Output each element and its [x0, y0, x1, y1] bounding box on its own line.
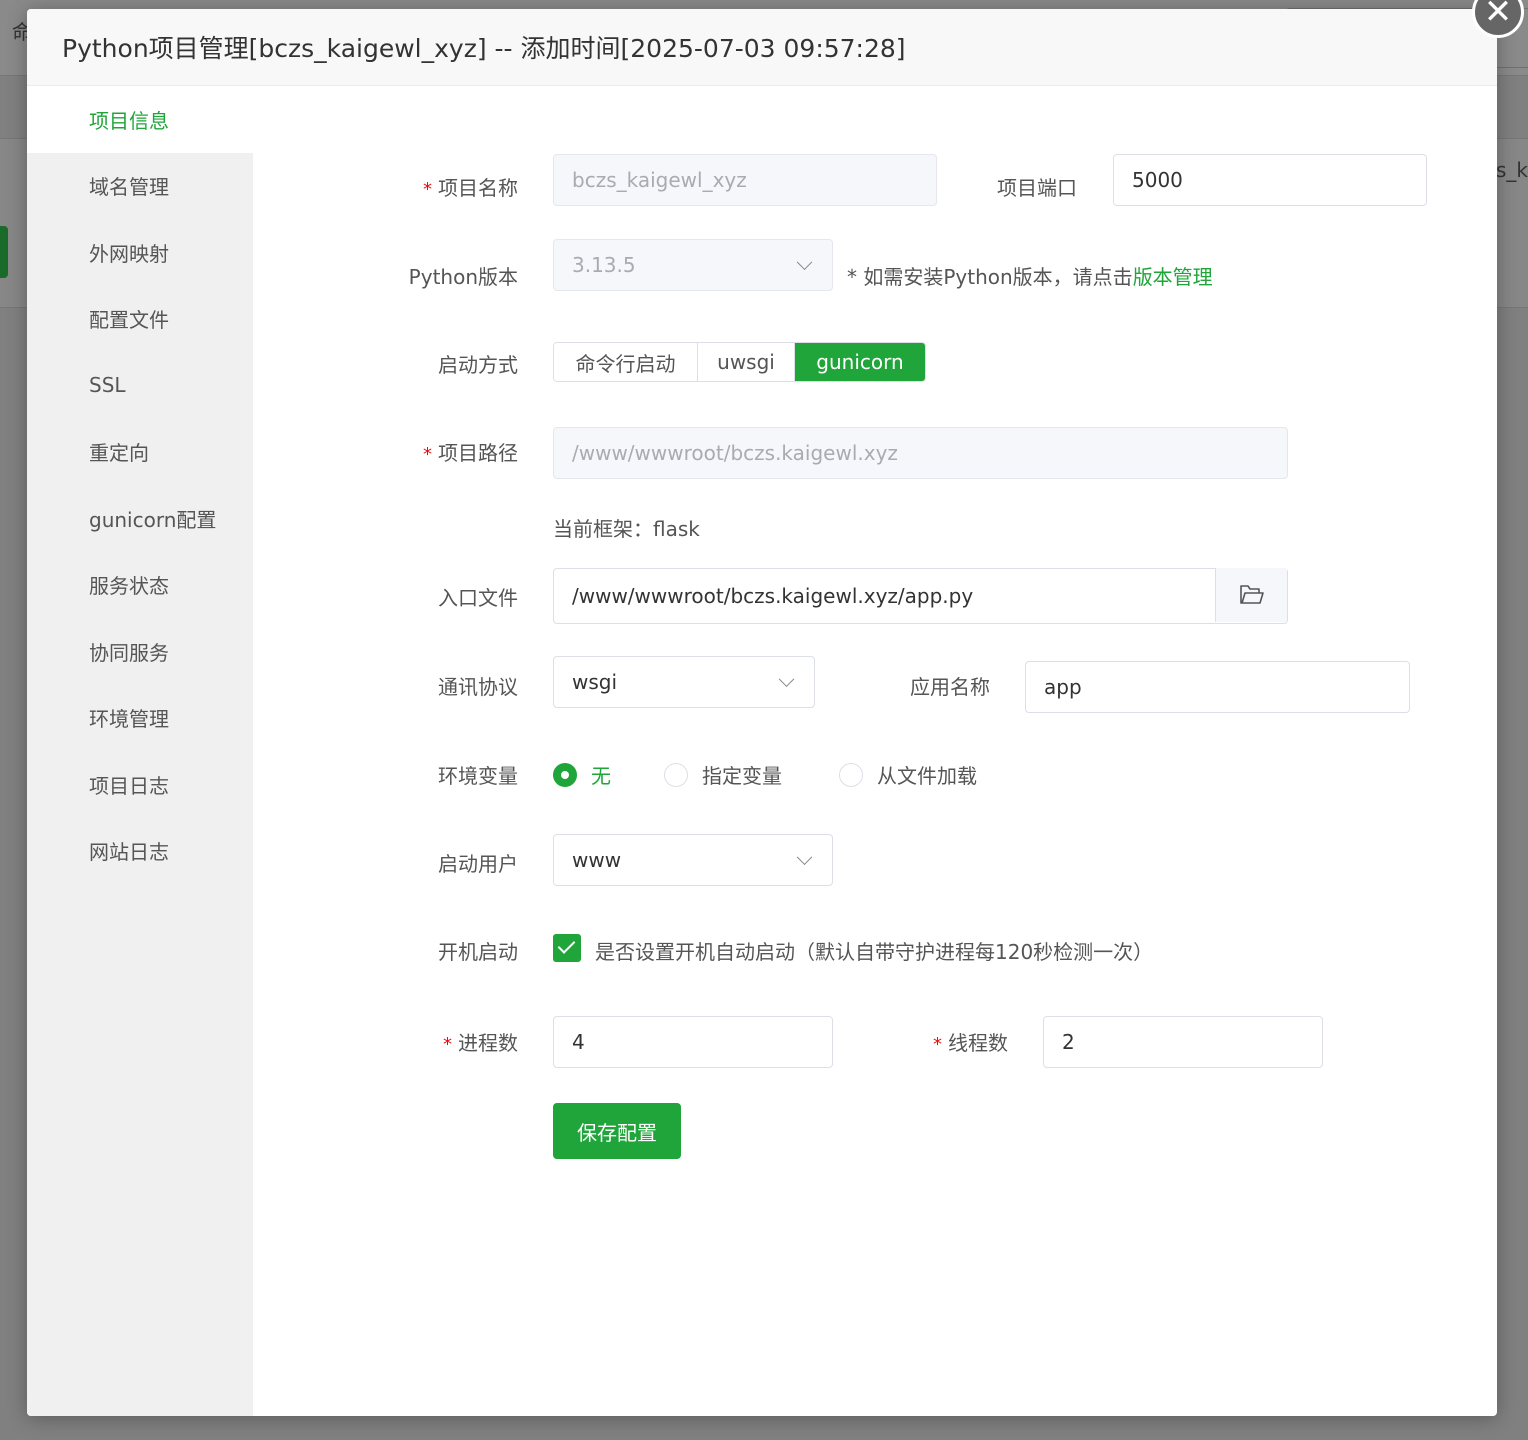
start-mode-uwsgi-button[interactable]: uwsgi	[698, 343, 795, 381]
processes-input[interactable]: 4	[553, 1016, 833, 1068]
version-management-link[interactable]: 版本管理	[1133, 265, 1213, 289]
modal-title: Python项目管理[bczs_kaigewl_xyz] -- 添加时间[202…	[62, 34, 906, 63]
radio-dot	[553, 762, 577, 787]
python-version-note: * 如需安装Python版本，请点击版本管理	[847, 265, 1213, 289]
run-user-label: 启动用户	[438, 852, 518, 876]
chevron-down-icon	[796, 254, 813, 271]
chevron-down-icon	[778, 671, 795, 688]
env-vars-label: 环境变量	[438, 764, 518, 788]
run-user-select[interactable]: www	[553, 834, 833, 886]
background-text-right: s_k	[1496, 158, 1528, 182]
sidebar-item-external-mapping[interactable]: 外网映射	[27, 219, 253, 286]
project-port-input[interactable]: 5000	[1113, 154, 1427, 206]
protocol-select[interactable]: wsgi	[553, 656, 815, 708]
folder-open-icon	[1239, 585, 1264, 604]
processes-label: * 进程数	[443, 1031, 518, 1055]
modal-header: Python项目管理[bczs_kaigewl_xyz] -- 添加时间[202…	[27, 9, 1497, 86]
required-mark: *	[423, 444, 432, 465]
python-version-select[interactable]: 3.13.5	[553, 239, 833, 291]
start-mode-gunicorn-button[interactable]: gunicorn	[795, 343, 925, 381]
app-name-input[interactable]: app	[1025, 661, 1410, 713]
radio-dot	[839, 762, 863, 787]
sidebar-item-domains[interactable]: 域名管理	[27, 153, 253, 220]
project-name-input[interactable]: bczs_kaigewl_xyz	[553, 154, 937, 206]
project-name-label: * 项目名称	[423, 176, 518, 200]
python-version-label: Python版本	[408, 265, 518, 289]
sidebar-item-config-file[interactable]: 配置文件	[27, 286, 253, 353]
entry-file-label: 入口文件	[438, 586, 518, 610]
start-mode-label: 启动方式	[438, 353, 518, 377]
save-config-button[interactable]: 保存配置	[553, 1103, 681, 1159]
env-vars-none-radio[interactable]: 无	[553, 760, 664, 789]
app-name-label: 应用名称	[910, 675, 990, 699]
autostart-label: 开机启动	[438, 940, 518, 964]
sidebar-item-gunicorn-config[interactable]: gunicorn配置	[27, 485, 253, 552]
sidebar-item-project-logs[interactable]: 项目日志	[27, 751, 253, 818]
sidebar-item-site-logs[interactable]: 网站日志	[27, 818, 253, 885]
required-mark: *	[933, 1034, 942, 1055]
project-port-label: 项目端口	[997, 176, 1077, 200]
sidebar: 项目信息 域名管理 外网映射 配置文件 SSL 重定向 gunicorn配置 服…	[27, 86, 253, 1416]
project-path-input[interactable]: /www/wwwroot/bczs.kaigewl.xyz	[553, 427, 1288, 479]
sidebar-item-redirect[interactable]: 重定向	[27, 419, 253, 486]
env-vars-file-radio[interactable]: 从文件加载	[839, 760, 977, 789]
start-mode-segmented: 命令行启动 uwsgi gunicorn	[553, 342, 926, 382]
entry-file-input[interactable]: /www/wwwroot/bczs.kaigewl.xyz/app.py	[553, 568, 1288, 624]
background-accent	[0, 226, 8, 278]
autostart-checkbox[interactable]	[553, 934, 581, 962]
protocol-label: 通讯协议	[438, 675, 518, 699]
sidebar-item-env-management[interactable]: 环境管理	[27, 685, 253, 752]
threads-input[interactable]: 2	[1043, 1016, 1323, 1068]
sidebar-item-project-info[interactable]: 项目信息	[27, 86, 253, 153]
form-content: * 项目名称 bczs_kaigewl_xyz 项目端口 5000 Python版…	[253, 86, 1497, 1416]
sidebar-item-ssl[interactable]: SSL	[27, 352, 253, 419]
env-vars-radio-group: 无 指定变量 从文件加载	[553, 760, 977, 789]
start-mode-cli-button[interactable]: 命令行启动	[554, 343, 698, 381]
radio-dot	[664, 762, 688, 787]
sidebar-item-collab-service[interactable]: 协同服务	[27, 618, 253, 685]
project-modal: Python项目管理[bczs_kaigewl_xyz] -- 添加时间[202…	[27, 9, 1497, 1416]
env-vars-specify-radio[interactable]: 指定变量	[664, 760, 839, 789]
threads-label: * 线程数	[933, 1031, 1008, 1055]
required-mark: *	[443, 1034, 452, 1055]
sidebar-item-service-status[interactable]: 服务状态	[27, 552, 253, 619]
autostart-description: 是否设置开机自动启动（默认自带守护进程每120秒检测一次）	[595, 940, 1154, 964]
required-mark: *	[423, 179, 432, 200]
project-path-label: * 项目路径	[423, 441, 518, 465]
chevron-down-icon	[796, 849, 813, 866]
browse-folder-button[interactable]	[1215, 568, 1287, 622]
framework-info: 当前框架：flask	[553, 517, 700, 541]
